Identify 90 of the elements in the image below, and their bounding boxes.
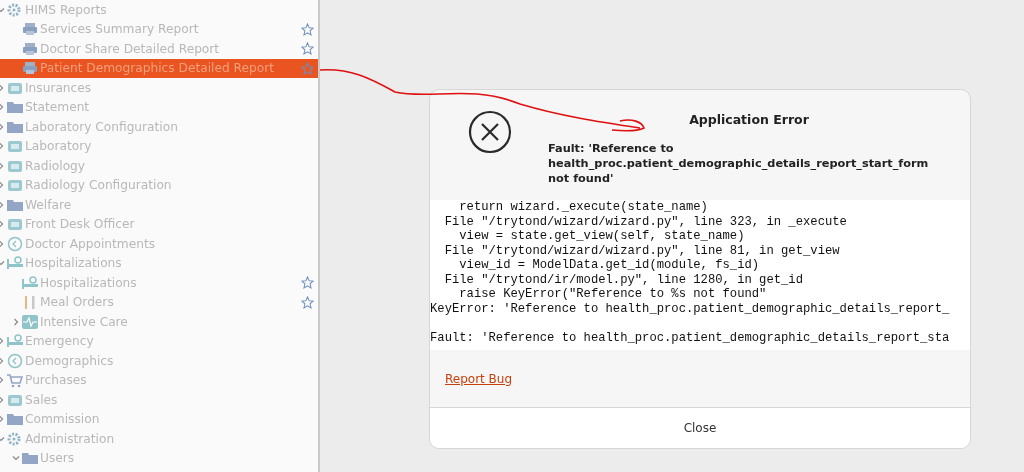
tree-item[interactable]: Demographics xyxy=(0,351,318,371)
chevron-right-icon[interactable] xyxy=(12,317,20,326)
star-icon[interactable] xyxy=(301,42,314,56)
chevron-right-icon[interactable] xyxy=(0,181,5,190)
tree-item-label: Services Summary Report xyxy=(40,22,199,37)
tree-item-label: Statement xyxy=(25,100,90,115)
chevron-right-icon[interactable] xyxy=(0,337,5,346)
tree-item-label: Laboratory Configuration xyxy=(25,119,178,134)
printer-icon xyxy=(21,60,39,77)
chevron-right-icon[interactable] xyxy=(0,200,5,209)
tree-item-label: Insurances xyxy=(25,80,92,95)
printer-icon xyxy=(21,40,39,57)
tree-item-label: Users xyxy=(40,451,75,466)
tree-item-label: Emergency xyxy=(25,334,94,349)
tree-item[interactable]: Administration xyxy=(0,429,318,449)
tree-item[interactable]: Laboratory Configuration xyxy=(0,117,318,137)
tree-item-label: Commission xyxy=(25,412,100,427)
tree-item-label: Patient Demographics Detailed Report xyxy=(40,61,274,76)
tree-item[interactable]: Services Summary Report xyxy=(0,19,318,39)
tree-item-label: Demographics xyxy=(25,353,114,368)
tree-item[interactable]: Purchases xyxy=(0,370,318,390)
tree-item-label: Laboratory xyxy=(25,139,92,154)
chevron-right-icon[interactable] xyxy=(0,103,5,112)
printer-icon xyxy=(21,21,39,38)
tree-item[interactable]: Laboratory xyxy=(0,136,318,156)
chevron-right-icon[interactable] xyxy=(0,142,5,151)
folder-icon xyxy=(6,99,24,116)
tree-item-label: Radiology xyxy=(25,158,86,173)
chevron-down-icon[interactable] xyxy=(0,259,5,268)
chevron-down-icon[interactable] xyxy=(0,5,5,14)
tree-item[interactable]: HIMS Reports xyxy=(0,0,318,20)
chevron-right-icon[interactable] xyxy=(0,415,5,424)
error-message: Fault: 'Reference to health_proc.patient_demographic_details_report_start_form not found' xyxy=(548,141,930,186)
chevron-right-icon[interactable] xyxy=(0,356,5,365)
tree-item[interactable]: Patient Demographics Detailed Report xyxy=(0,58,318,78)
tree-item-label: Welfare xyxy=(25,197,72,212)
report-bug-link[interactable]: Report Bug xyxy=(445,371,513,386)
tree-item[interactable]: Meal Orders xyxy=(0,292,318,312)
bed-icon xyxy=(6,255,24,272)
tree-item-label: Hospitalizations xyxy=(40,275,137,290)
tree-item[interactable]: Commission xyxy=(0,409,318,429)
tree-item-label: Intensive Care xyxy=(40,314,128,329)
tree-item-label: Doctor Appointments xyxy=(25,236,156,251)
star-icon[interactable] xyxy=(301,276,314,290)
tree-item[interactable]: Emergency xyxy=(0,331,318,351)
chevron-right-icon[interactable] xyxy=(0,220,5,229)
tree-item[interactable]: Statement xyxy=(0,97,318,117)
tree-item[interactable]: Doctor Appointments xyxy=(0,234,318,254)
tree-item[interactable]: Insurances xyxy=(0,78,318,98)
chevron-right-icon[interactable] xyxy=(0,122,5,131)
tree-item[interactable]: Users xyxy=(0,448,318,468)
tree-item-label: Front Desk Officer xyxy=(25,217,135,232)
tree-item-label: Purchases xyxy=(25,373,87,388)
folder-icon xyxy=(21,450,39,467)
tree-item-label: Sales xyxy=(25,392,58,407)
tree-item-label: Meal Orders xyxy=(40,295,114,310)
tree-item-label: Hospitalizations xyxy=(25,256,122,271)
tree-item-label: Radiology Configuration xyxy=(25,178,172,193)
dialog-title: Application Error xyxy=(688,112,810,127)
tree-item-label: Administration xyxy=(25,431,115,446)
tree-item[interactable]: Doctor Share Detailed Report xyxy=(0,39,318,59)
star-icon[interactable] xyxy=(301,295,314,309)
tree-item-label: HIMS Reports xyxy=(25,2,107,17)
traceback-text: return wizard._execute(state_name) File "/trytond/wizard/wizard.py", line 323, in _execute view = state.get_view(self, state_name) File "/trytond/wizard/wizard.py", line 81, in get_view view_id = ModelData.get_id(module, fs_id) File "/trytond/ir/model.py", line 1280, in get_id raise KeyError("Reference to %s not found" KeyError: 'Reference to health_proc.patient_demographic_details_report_ Fault: 'Reference to health_proc.patient_demographic_details_report_sta xyxy=(430,200,970,350)
clock-icon xyxy=(6,235,24,252)
bed-icon xyxy=(6,333,24,350)
close-button[interactable]: Close xyxy=(430,408,970,448)
tree-item[interactable]: Intensive Care xyxy=(0,312,318,332)
chevron-right-icon[interactable] xyxy=(0,161,5,170)
tree-item[interactable]: Sales xyxy=(0,390,318,410)
error-icon xyxy=(468,110,512,154)
tree-item[interactable]: Radiology xyxy=(0,156,318,176)
chevron-right-icon[interactable] xyxy=(0,239,5,248)
tree-item[interactable]: Hospitalizations xyxy=(0,253,318,273)
star-icon[interactable] xyxy=(301,61,314,75)
tree-item[interactable]: Radiology Configuration xyxy=(0,175,318,195)
bed-icon xyxy=(21,274,39,291)
tree-item[interactable]: Hospitalizations xyxy=(0,273,318,293)
pulse-icon xyxy=(21,313,39,330)
chevron-right-icon[interactable] xyxy=(0,83,5,92)
tree-item[interactable]: Welfare xyxy=(0,195,318,215)
chevron-down-icon[interactable] xyxy=(0,434,5,443)
chevron-right-icon[interactable] xyxy=(0,376,5,385)
tree-item-label: Doctor Share Detailed Report xyxy=(40,41,220,56)
folder-icon xyxy=(6,411,24,428)
tree-item[interactable]: Front Desk Officer xyxy=(0,214,318,234)
chevron-right-icon[interactable] xyxy=(0,395,5,404)
chevron-down-icon[interactable] xyxy=(12,454,20,463)
cart-icon xyxy=(6,372,24,389)
star-icon[interactable] xyxy=(301,22,314,36)
